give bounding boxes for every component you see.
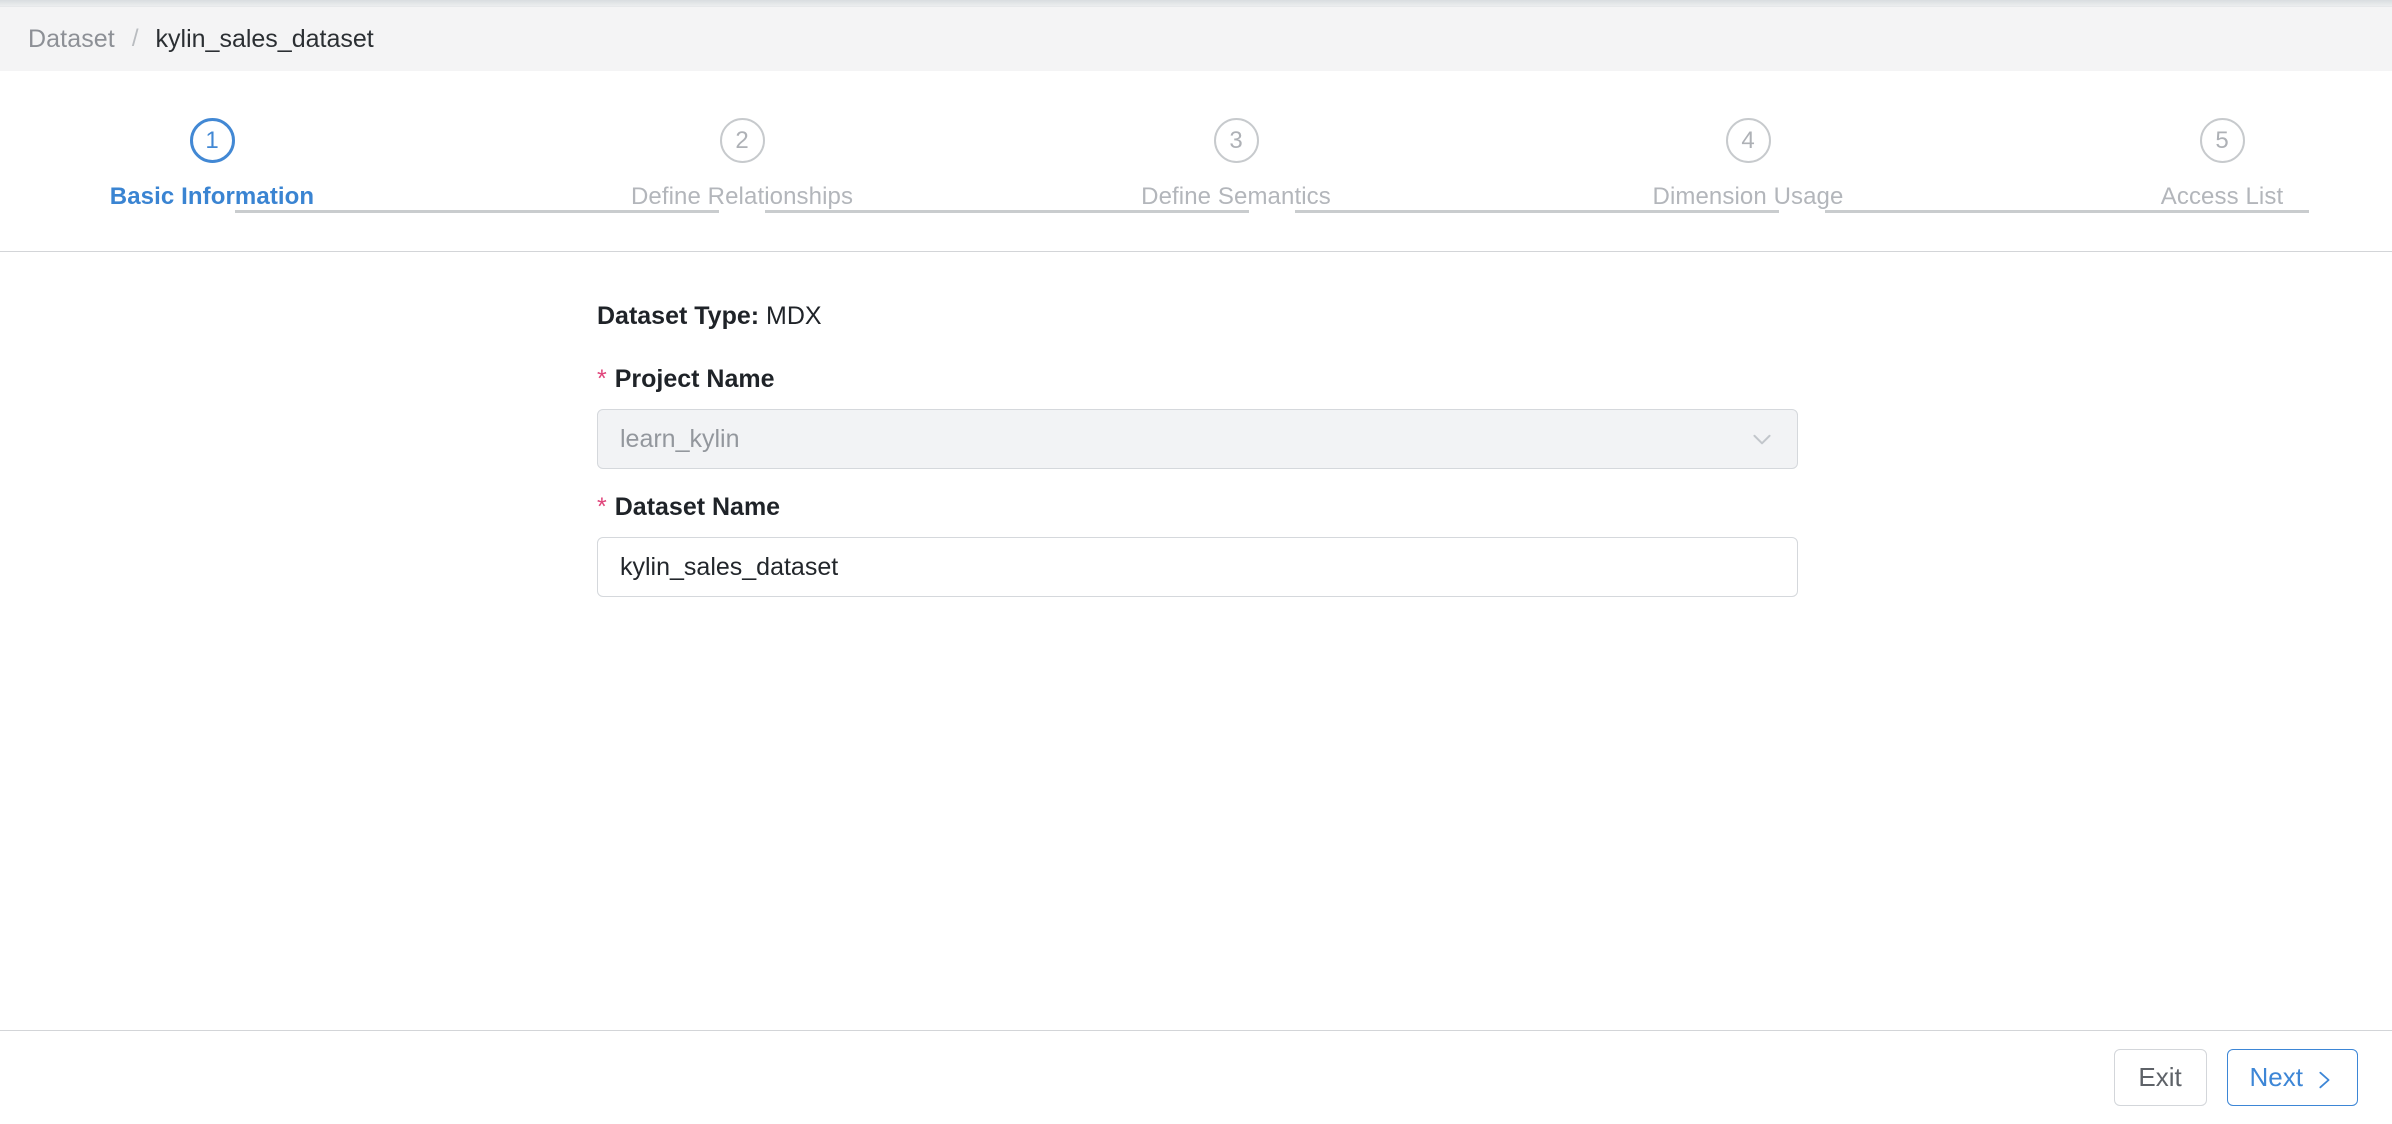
dataset-name-input[interactable]: kylin_sales_dataset bbox=[597, 537, 1798, 597]
step-define-semantics[interactable]: 3 Define Semantics bbox=[1066, 71, 1406, 211]
project-name-select[interactable]: learn_kylin bbox=[597, 409, 1798, 469]
required-asterisk-dataset: * bbox=[597, 493, 607, 521]
step-connector-2-3 bbox=[765, 210, 1249, 213]
breadcrumb-item-dataset[interactable]: Dataset bbox=[28, 25, 115, 54]
dataset-type-value: MDX bbox=[766, 302, 822, 330]
step-connector-3-4 bbox=[1295, 210, 1779, 213]
project-name-label: Project Name bbox=[614, 365, 775, 393]
breadcrumb-item-current: kylin_sales_dataset bbox=[155, 24, 374, 53]
wizard-stepper: 1 Basic Information 2 Define Relationshi… bbox=[0, 71, 2392, 251]
step-number-5: 5 bbox=[2199, 118, 2245, 163]
required-asterisk-project: * bbox=[597, 365, 607, 393]
step-label-1: Basic Information bbox=[109, 183, 315, 210]
project-name-field: * Project Name learn_kylin bbox=[597, 365, 1798, 469]
dataset-name-label: Dataset Name bbox=[614, 493, 781, 521]
chevron-right-icon bbox=[2313, 1067, 2335, 1089]
dataset-name-field: * Dataset Name kylin_sales_dataset bbox=[597, 493, 1798, 597]
step-label-2: Define Relationships bbox=[630, 183, 854, 210]
dataset-wizard-page: Dataset / kylin_sales_dataset 1 Basic In… bbox=[0, 0, 2392, 1124]
dataset-type-label: Dataset Type: bbox=[597, 302, 760, 330]
project-name-value: learn_kylin bbox=[620, 425, 740, 453]
breadcrumb: Dataset / kylin_sales_dataset bbox=[0, 7, 2392, 71]
step-connector-4-5 bbox=[1825, 210, 2309, 213]
step-basic-information[interactable]: 1 Basic Information bbox=[42, 71, 382, 211]
step-connector-1-2 bbox=[235, 210, 719, 213]
exit-button-label: Exit bbox=[2138, 1062, 2182, 1092]
step-label-5: Access List bbox=[2160, 183, 2284, 210]
step-number-1: 1 bbox=[189, 118, 235, 163]
next-button-label: Next bbox=[2249, 1062, 2303, 1092]
window-top-strip bbox=[0, 0, 2392, 7]
dataset-type-row: Dataset Type: MDX bbox=[597, 302, 822, 331]
basic-information-form: Dataset Type: MDX * Project Name learn_k… bbox=[0, 252, 2392, 1030]
step-number-2: 2 bbox=[719, 118, 765, 163]
step-number-4: 4 bbox=[1725, 118, 1771, 163]
chevron-down-icon bbox=[1749, 426, 1775, 452]
step-dimension-usage[interactable]: 4 Dimension Usage bbox=[1578, 71, 1918, 211]
project-name-label-row: * Project Name bbox=[597, 365, 1798, 394]
breadcrumb-separator: / bbox=[131, 25, 139, 52]
dataset-name-label-row: * Dataset Name bbox=[597, 493, 1798, 522]
step-label-3: Define Semantics bbox=[1141, 183, 1331, 210]
wizard-footer: Exit Next bbox=[0, 1031, 2392, 1124]
exit-button[interactable]: Exit bbox=[2113, 1049, 2207, 1106]
step-define-relationships[interactable]: 2 Define Relationships bbox=[572, 71, 912, 211]
step-access-list[interactable]: 5 Access List bbox=[2052, 71, 2392, 211]
step-label-4: Dimension Usage bbox=[1652, 183, 1844, 210]
next-button[interactable]: Next bbox=[2226, 1049, 2358, 1106]
dataset-name-value: kylin_sales_dataset bbox=[620, 553, 839, 581]
step-number-3: 3 bbox=[1213, 118, 1259, 163]
